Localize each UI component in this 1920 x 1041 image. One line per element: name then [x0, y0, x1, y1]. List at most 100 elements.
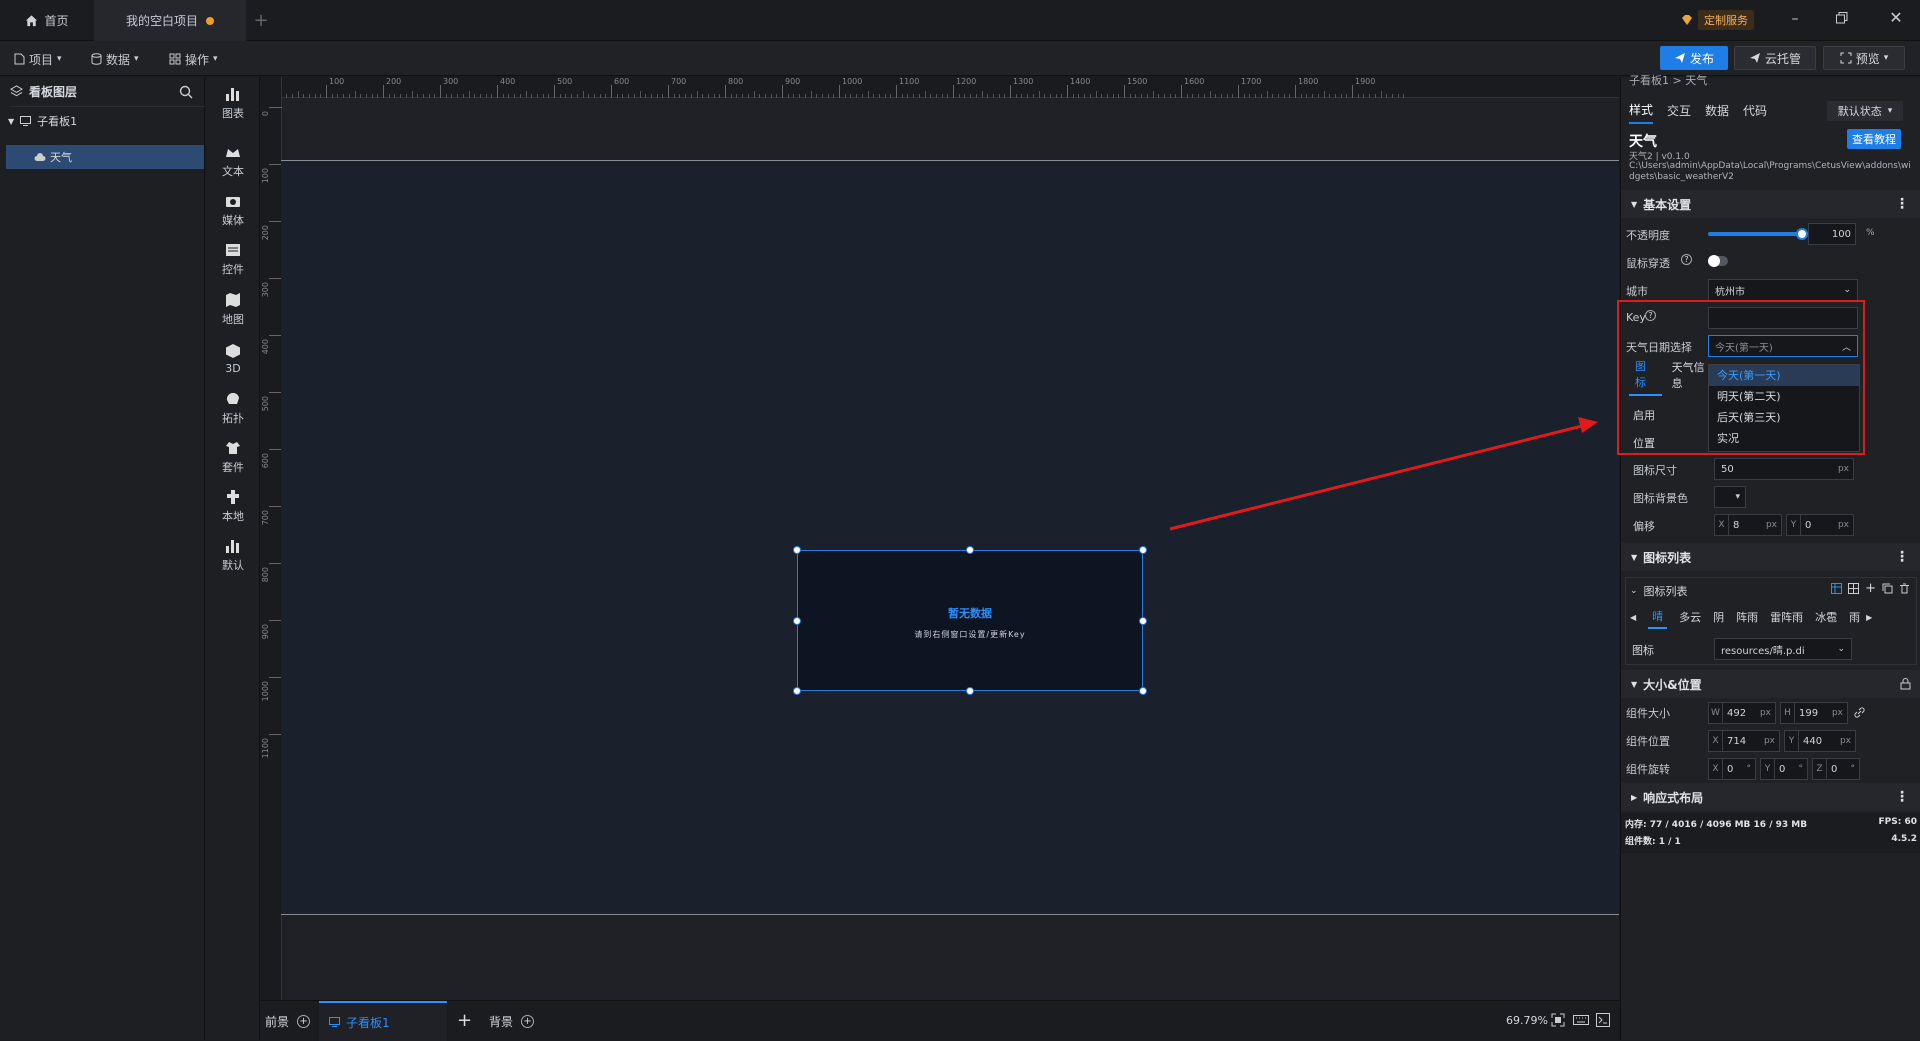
rail-control[interactable]: 控件 — [206, 233, 260, 285]
background-tab[interactable]: 背景 + — [489, 1009, 535, 1033]
date-option-today[interactable]: 今天(第一天) — [1709, 365, 1859, 386]
icon-list-header[interactable]: ⌄ 图标列表 — [1630, 583, 1688, 599]
rail-3d[interactable]: 3D — [206, 332, 260, 384]
subtab-weather-info[interactable]: 天气信息 — [1672, 359, 1713, 391]
canvas-area[interactable]: 0 100 200 300 400 500 600 700 800 900 1000 1100 1200… — [261, 77, 1619, 1000]
opacity-input[interactable]: 100 — [1808, 223, 1856, 245]
link-icon[interactable] — [1854, 707, 1865, 718]
add-icon[interactable]: + — [1865, 582, 1876, 595]
weather-tab-shower[interactable]: 阵雨 — [1736, 609, 1758, 625]
section-basic[interactable]: ▼ 基本设置 ⋮ — [1621, 190, 1920, 218]
tab-interaction[interactable]: 交互 — [1667, 102, 1691, 123]
weather-tab-hail[interactable]: 冰雹 — [1815, 609, 1837, 625]
more-icon[interactable]: ⋮ — [1895, 549, 1909, 565]
resize-handle-n[interactable] — [966, 546, 974, 554]
add-background-icon[interactable]: + — [521, 1014, 535, 1028]
menu-operate[interactable]: 操作 ▾ — [169, 47, 218, 71]
rot-x-input[interactable]: X 0 ° — [1708, 758, 1756, 780]
custom-service-button[interactable]: 定制服务 — [1680, 10, 1754, 30]
tree-item-weather[interactable]: 天气 — [6, 145, 204, 169]
board-canvas[interactable]: 暂无数据 请到右侧窗口设置/更新Key — [281, 160, 1619, 915]
tab-project[interactable]: 我的空白项目 — [94, 0, 246, 41]
key-help-icon[interactable]: ? — [1645, 310, 1656, 321]
section-icon-list[interactable]: ▼ 图标列表 ⋮ — [1621, 543, 1920, 571]
mouse-through-toggle[interactable] — [1708, 255, 1728, 267]
pos-y-input[interactable]: Y 440 px — [1784, 730, 1856, 752]
state-select[interactable]: 默认状态 ▾ — [1827, 101, 1903, 121]
weather-tab-thunder[interactable]: 雷阵雨 — [1770, 609, 1803, 625]
help-icon[interactable]: ? — [1681, 254, 1692, 265]
icon-size-input[interactable]: 50 px — [1714, 458, 1854, 480]
terminal-icon[interactable] — [1596, 1013, 1610, 1027]
more-icon[interactable]: ⋮ — [1895, 196, 1909, 212]
scroll-right-icon[interactable]: ▶ — [1866, 613, 1872, 622]
rot-z-input[interactable]: Z 0 ° — [1812, 758, 1860, 780]
search-icon[interactable] — [179, 85, 193, 99]
resize-handle-nw[interactable] — [793, 546, 801, 554]
resize-handle-w[interactable] — [793, 617, 801, 625]
date-option-live[interactable]: 实况 — [1709, 428, 1859, 449]
zoom-level[interactable]: 69.79% — [1506, 1014, 1548, 1027]
icon-bg-color-picker[interactable]: ▾ — [1714, 486, 1746, 508]
offset-x-input[interactable]: X 8 px — [1714, 514, 1782, 536]
section-size-position[interactable]: ▼ 大小&位置 — [1621, 670, 1920, 698]
weather-tab-sunny[interactable]: 晴 — [1648, 605, 1668, 629]
section-responsive[interactable]: ▶ 响应式布局 ⋮ — [1621, 783, 1920, 811]
opacity-slider-thumb[interactable] — [1796, 228, 1808, 240]
tutorial-button[interactable]: 查看教程 — [1847, 129, 1901, 149]
foreground-tab[interactable]: 前景 + — [265, 1009, 311, 1033]
copy-icon[interactable] — [1882, 583, 1893, 594]
key-input[interactable] — [1708, 307, 1858, 329]
weather-tab-rain[interactable]: 雨 — [1849, 609, 1860, 625]
lock-icon[interactable] — [1900, 678, 1911, 690]
rail-map[interactable]: 地图 — [206, 283, 260, 335]
board-tab[interactable]: 子看板1 — [319, 1001, 447, 1041]
rot-y-input[interactable]: Y 0 ° — [1760, 758, 1808, 780]
cloud-host-button[interactable]: 云托管 — [1734, 46, 1816, 70]
close-icon[interactable]: ✕ — [1886, 8, 1906, 28]
weather-tab-cloudy[interactable]: 多云 — [1679, 609, 1701, 625]
preview-button[interactable]: 预览 ▾ — [1823, 46, 1905, 70]
layout-icon[interactable] — [1848, 583, 1860, 594]
fit-screen-icon[interactable] — [1551, 1013, 1565, 1027]
resize-handle-ne[interactable] — [1139, 546, 1147, 554]
icon-field-select[interactable]: resources/晴.p.di ⌄ — [1714, 638, 1852, 660]
weather-widget[interactable]: 暂无数据 请到右侧窗口设置/更新Key — [793, 546, 1147, 695]
city-select[interactable]: 杭州市 ⌄ — [1708, 279, 1858, 301]
publish-button[interactable]: 发布 — [1660, 46, 1728, 70]
tab-data[interactable]: 数据 — [1705, 102, 1729, 123]
delete-icon[interactable] — [1899, 583, 1910, 594]
rail-kit[interactable]: 套件 — [206, 431, 260, 483]
tab-style[interactable]: 样式 — [1629, 101, 1654, 124]
menu-project[interactable]: 项目 ▾ — [14, 47, 62, 71]
resize-handle-s[interactable] — [966, 687, 974, 695]
add-board-icon[interactable]: + — [457, 1010, 472, 1031]
new-tab-button[interactable]: + — [246, 0, 276, 41]
rail-media[interactable]: 媒体 — [206, 184, 260, 236]
tab-home[interactable]: 首页 — [0, 0, 94, 41]
tab-code[interactable]: 代码 — [1743, 102, 1767, 123]
restore-icon[interactable] — [1835, 10, 1855, 28]
table-icon[interactable] — [1831, 583, 1843, 594]
pos-x-input[interactable]: X 714 px — [1708, 730, 1780, 752]
date-option-day-after[interactable]: 后天(第三天) — [1709, 407, 1859, 428]
tree-item-board[interactable]: ▼ 子看板1 — [8, 111, 77, 131]
offset-y-input[interactable]: Y 0 px — [1786, 514, 1854, 536]
rail-topology[interactable]: 拓扑 — [206, 382, 260, 434]
opacity-slider[interactable] — [1708, 228, 1808, 240]
keyboard-icon[interactable] — [1573, 1013, 1589, 1027]
resize-handle-sw[interactable] — [793, 687, 801, 695]
minimize-icon[interactable]: – — [1785, 11, 1805, 29]
rail-local[interactable]: 本地 — [206, 480, 260, 532]
menu-data[interactable]: 数据 ▾ — [91, 47, 139, 71]
add-foreground-icon[interactable]: + — [297, 1014, 311, 1028]
more-icon[interactable]: ⋮ — [1895, 789, 1909, 805]
subtab-icon[interactable]: 图标 — [1629, 354, 1662, 396]
height-input[interactable]: H 199 px — [1780, 702, 1848, 724]
rail-default[interactable]: 默认 — [206, 529, 260, 581]
weather-tab-overcast[interactable]: 阴 — [1713, 609, 1724, 625]
resize-handle-se[interactable] — [1139, 687, 1147, 695]
rail-text[interactable]: 文本 — [206, 135, 260, 187]
date-select[interactable]: 今天(第一天) ︿ — [1708, 335, 1858, 357]
resize-handle-e[interactable] — [1139, 617, 1147, 625]
